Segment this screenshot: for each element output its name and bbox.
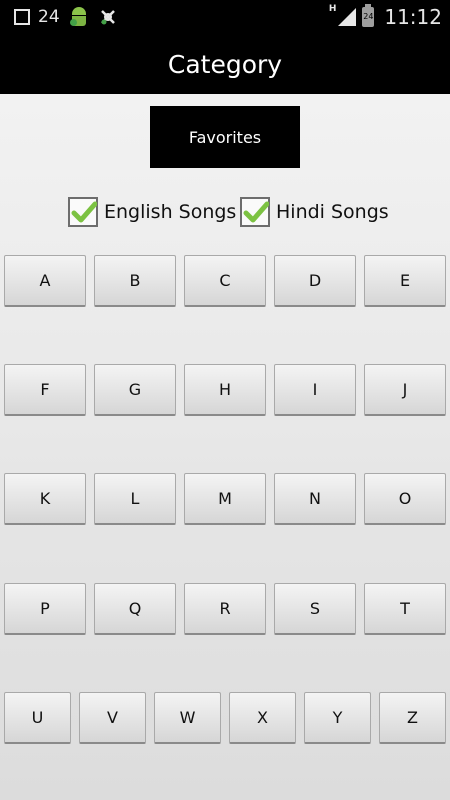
status-bar-left: 24 xyxy=(14,5,118,29)
english-songs-filter[interactable]: English Songs xyxy=(68,194,236,230)
letter-button-v[interactable]: V xyxy=(79,692,146,744)
letter-button-y[interactable]: Y xyxy=(304,692,371,744)
letter-row: U V W X Y Z xyxy=(0,692,450,746)
letter-row: A B C D E xyxy=(0,255,450,309)
letter-row: P Q R S T xyxy=(0,583,450,637)
letter-button-e[interactable]: E xyxy=(364,255,446,307)
letter-button-j[interactable]: J xyxy=(364,364,446,416)
letter-button-g[interactable]: G xyxy=(94,364,176,416)
android-icon xyxy=(68,6,90,28)
signal-icon xyxy=(338,8,357,26)
network-type-label: H xyxy=(328,4,337,14)
letter-row: F G H I J xyxy=(0,364,450,418)
letter-button-d[interactable]: D xyxy=(274,255,356,307)
status-bar-right: H 24 11:12 xyxy=(329,4,442,30)
checkmark-icon xyxy=(71,201,97,223)
letter-button-f[interactable]: F xyxy=(4,364,86,416)
letter-button-q[interactable]: Q xyxy=(94,583,176,635)
letter-row: K L M N O xyxy=(0,473,450,527)
letter-button-s[interactable]: S xyxy=(274,583,356,635)
letter-button-h[interactable]: H xyxy=(184,364,266,416)
letter-button-t[interactable]: T xyxy=(364,583,446,635)
letter-button-i[interactable]: I xyxy=(274,364,356,416)
battery-icon: 24 xyxy=(362,4,375,27)
status-bar: 24 H 24 11:12 xyxy=(0,0,450,34)
letter-button-m[interactable]: M xyxy=(184,473,266,525)
letter-button-u[interactable]: U xyxy=(4,692,71,744)
letter-button-b[interactable]: B xyxy=(94,255,176,307)
letter-button-r[interactable]: R xyxy=(184,583,266,635)
letter-button-o[interactable]: O xyxy=(364,473,446,525)
english-songs-checkbox[interactable] xyxy=(68,197,98,227)
letter-button-x[interactable]: X xyxy=(229,692,296,744)
letter-button-c[interactable]: C xyxy=(184,255,266,307)
action-bar: Category xyxy=(0,34,450,94)
english-songs-label: English Songs xyxy=(104,201,237,223)
clock: 11:12 xyxy=(384,5,442,29)
hindi-songs-filter[interactable]: Hindi Songs xyxy=(240,194,389,230)
bluetooth-icon xyxy=(98,7,118,27)
letter-button-z[interactable]: Z xyxy=(379,692,446,744)
checkmark-icon xyxy=(243,201,269,223)
page-title: Category xyxy=(167,49,283,79)
letter-button-l[interactable]: L xyxy=(94,473,176,525)
letter-button-w[interactable]: W xyxy=(154,692,221,744)
favorites-button[interactable]: Favorites xyxy=(150,106,300,168)
hindi-songs-label: Hindi Songs xyxy=(276,201,389,223)
notification-count: 24 xyxy=(38,7,60,27)
letter-button-k[interactable]: K xyxy=(4,473,86,525)
hindi-songs-checkbox[interactable] xyxy=(240,197,270,227)
filter-row: English Songs Hindi Songs xyxy=(0,194,450,230)
letter-button-n[interactable]: N xyxy=(274,473,356,525)
letter-button-a[interactable]: A xyxy=(4,255,86,307)
letter-button-p[interactable]: P xyxy=(4,583,86,635)
square-icon xyxy=(14,9,30,25)
